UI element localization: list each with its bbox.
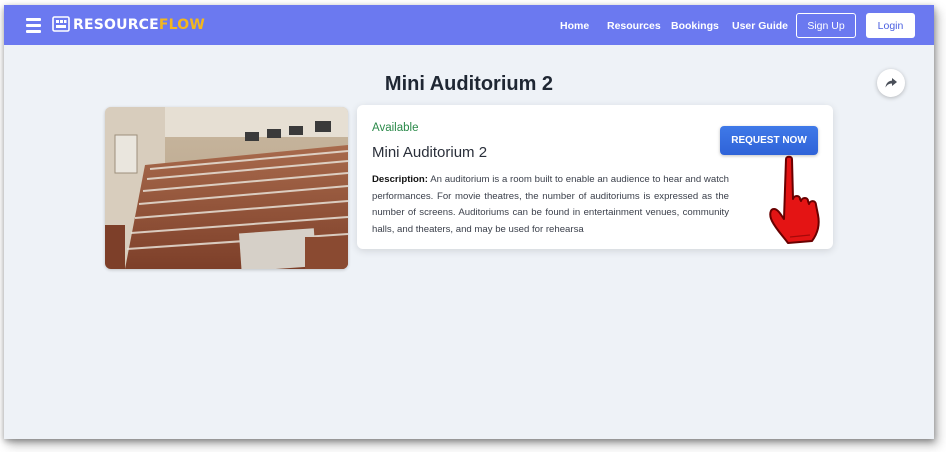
availability-status: Available: [372, 122, 419, 134]
share-button[interactable]: [877, 69, 905, 97]
login-button[interactable]: Login: [866, 13, 915, 38]
hamburger-icon[interactable]: [26, 18, 41, 33]
logo-icon: [52, 16, 70, 32]
resource-description: Description: An auditorium is a room bui…: [372, 172, 729, 238]
nav-bookings[interactable]: Bookings: [671, 20, 719, 32]
brand-part1: RESOURCE: [73, 17, 159, 33]
nav-resources[interactable]: Resources: [607, 20, 661, 32]
description-label: Description:: [372, 174, 428, 185]
resource-card: Available Mini Auditorium 2 Description:…: [357, 105, 833, 249]
nav-home[interactable]: Home: [560, 20, 589, 32]
auditorium-photo: [105, 107, 348, 269]
share-arrow-icon: [885, 78, 897, 88]
page-title: Mini Auditorium 2: [384, 73, 554, 95]
request-now-button[interactable]: REQUEST NOW: [720, 126, 818, 155]
brand-part2: FLOW: [158, 17, 206, 33]
nav-user-guide[interactable]: User Guide: [732, 20, 788, 32]
resource-name: Mini Auditorium 2: [372, 144, 488, 161]
pointing-hand-icon: [769, 155, 820, 244]
sign-up-button[interactable]: Sign Up: [796, 13, 856, 38]
navbar: RESOURCEFLOW Home Resources Bookings Use…: [4, 5, 934, 45]
app-window: RESOURCEFLOW Home Resources Bookings Use…: [4, 5, 934, 439]
brand-logo[interactable]: RESOURCEFLOW: [73, 17, 205, 33]
